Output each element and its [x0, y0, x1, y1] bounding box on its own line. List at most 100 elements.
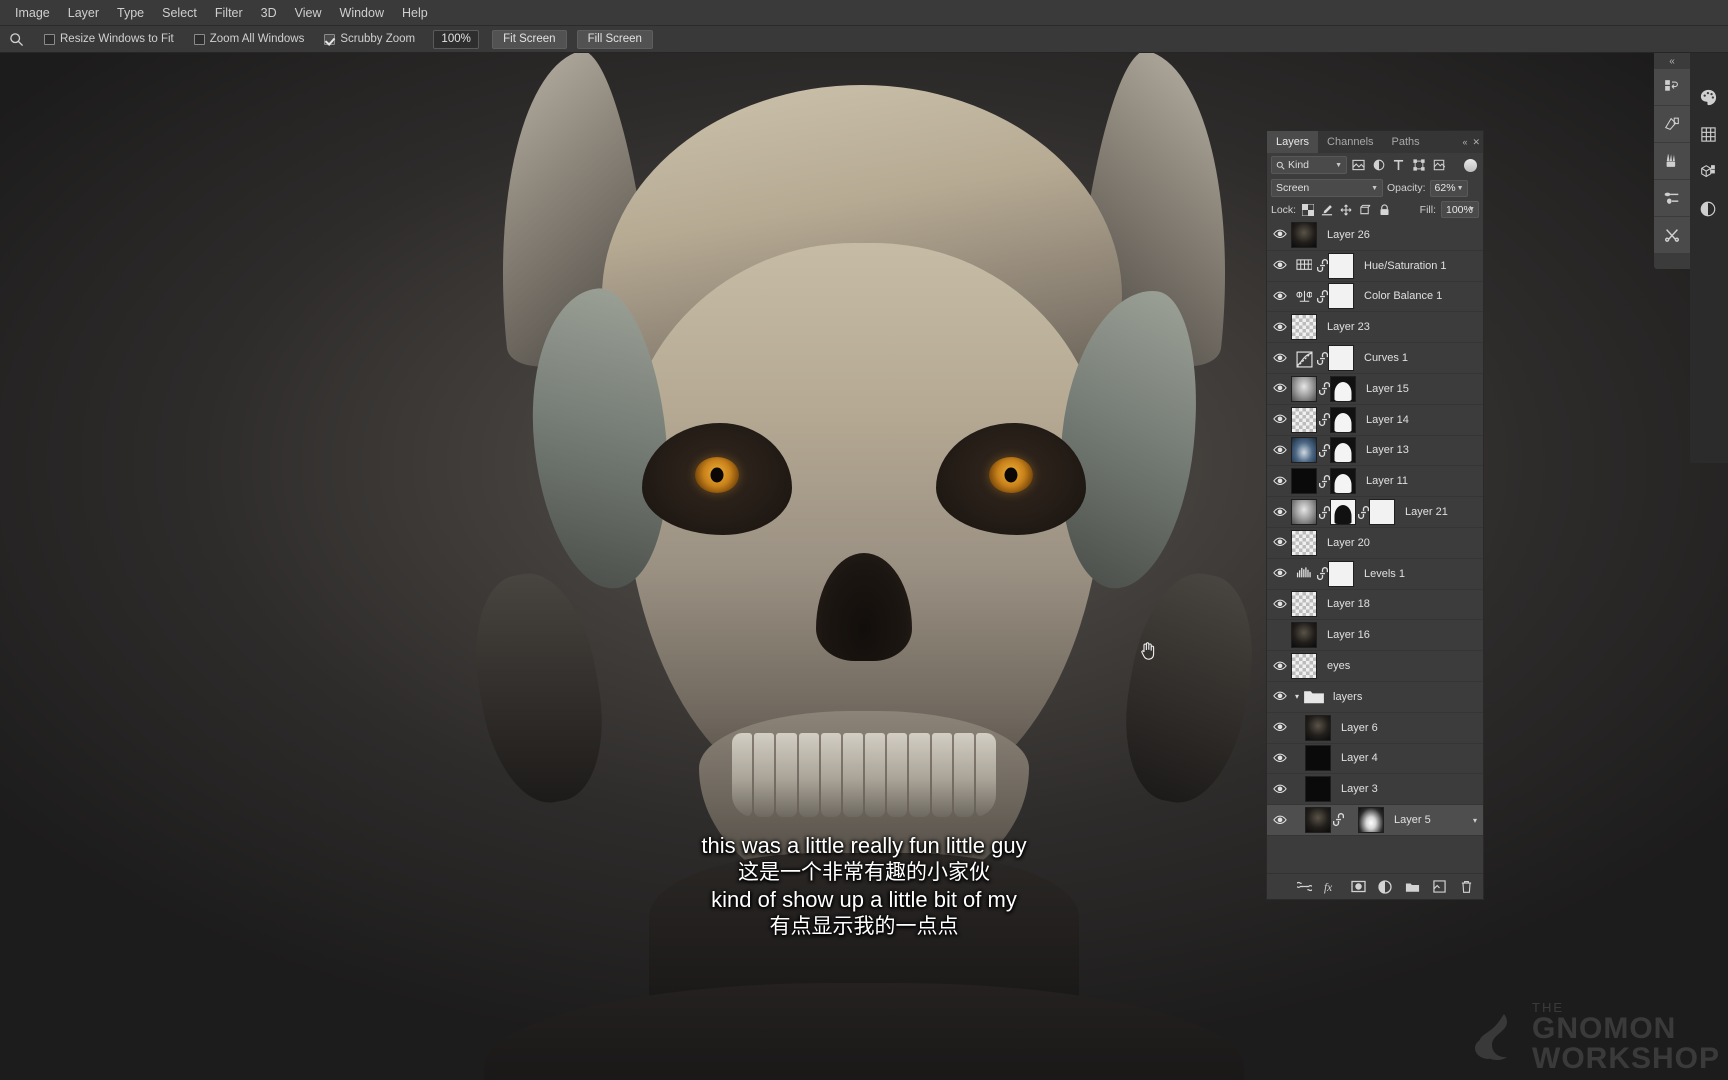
3d-properties-icon[interactable]	[1690, 153, 1726, 190]
layer-row[interactable]: Layer 20	[1267, 528, 1483, 559]
color-balance-icon[interactable]	[1291, 283, 1317, 309]
layer-visibility-toggle[interactable]	[1269, 661, 1291, 672]
color-swatches-icon[interactable]	[1690, 79, 1726, 116]
chevron-down-icon[interactable]: ▼	[1371, 185, 1378, 192]
layer-thumbnail[interactable]	[1291, 468, 1317, 495]
link-layers-icon[interactable]	[1296, 879, 1312, 895]
layer-visibility-toggle[interactable]	[1269, 537, 1291, 548]
resize-windows-to-fit-box[interactable]	[44, 33, 55, 45]
menu-item-filter[interactable]: Filter	[206, 3, 252, 23]
menu-item-view[interactable]: View	[286, 3, 331, 23]
layer-visibility-toggle[interactable]	[1269, 414, 1291, 425]
menu-item-window[interactable]: Window	[331, 3, 393, 23]
layer-visibility-toggle[interactable]	[1269, 507, 1291, 518]
layer-visibility-toggle[interactable]	[1269, 353, 1291, 364]
menu-item-image[interactable]: Image	[6, 3, 59, 23]
layer-thumbnail[interactable]	[1291, 314, 1317, 341]
mask-link-icon[interactable]	[1317, 257, 1328, 274]
layer-visibility-toggle[interactable]	[1269, 260, 1291, 271]
layer-thumbnail[interactable]	[1291, 406, 1317, 433]
layer-thumbnail[interactable]	[1291, 437, 1317, 464]
layer-row[interactable]: Layer 23	[1267, 312, 1483, 344]
menu-item-select[interactable]: Select	[153, 3, 206, 23]
menu-item-3d[interactable]: 3D	[252, 3, 286, 23]
resize-windows-to-fit-checkbox[interactable]: Resize Windows to Fit	[44, 33, 174, 45]
layer-thumbnail[interactable]	[1305, 776, 1331, 803]
type-filter-icon[interactable]	[1390, 157, 1407, 174]
fit-screen-button[interactable]: Fit Screen	[492, 29, 567, 49]
fill-screen-button[interactable]: Fill Screen	[576, 29, 653, 49]
rail-collapse-button[interactable]: «	[1654, 53, 1690, 69]
layer-row[interactable]: Layer 14	[1267, 405, 1483, 436]
grid-pattern-icon[interactable]	[1690, 116, 1726, 153]
layer-visibility-toggle[interactable]	[1269, 691, 1291, 702]
layer-visibility-toggle[interactable]	[1269, 476, 1291, 487]
layer-mask-thumbnail[interactable]	[1330, 437, 1356, 464]
layer-visibility-toggle[interactable]	[1269, 291, 1291, 302]
paths-shape-icon[interactable]	[1654, 106, 1690, 143]
menu-item-help[interactable]: Help	[393, 3, 437, 23]
history-actions-icon[interactable]	[1654, 69, 1690, 106]
zoom-level-field[interactable]: 100%	[433, 29, 480, 49]
add-layer-mask-icon[interactable]	[1350, 879, 1366, 895]
delete-layer-icon[interactable]	[1458, 879, 1474, 895]
layer-visibility-toggle[interactable]	[1269, 445, 1291, 456]
new-layer-icon[interactable]	[1431, 879, 1447, 895]
menu-item-layer[interactable]: Layer	[59, 3, 108, 23]
layer-row[interactable]: Layer 11	[1267, 466, 1483, 498]
lock-transparent-pixels-icon[interactable]	[1301, 203, 1315, 217]
layer-visibility-toggle[interactable]	[1269, 722, 1291, 733]
layer-visibility-toggle[interactable]	[1269, 599, 1291, 610]
layer-thumbnail[interactable]	[1291, 375, 1317, 402]
shape-filter-icon[interactable]	[1410, 157, 1427, 174]
chevron-down-icon[interactable]: ▼	[1468, 206, 1475, 213]
layer-mask-thumbnail[interactable]	[1330, 375, 1356, 402]
tools-icon[interactable]	[1654, 217, 1690, 254]
mask-link-icon[interactable]	[1319, 473, 1330, 490]
tab-channels[interactable]: Channels	[1318, 131, 1382, 153]
layer-row[interactable]: eyes	[1267, 651, 1483, 682]
layer-row[interactable]: ▾ layers	[1267, 682, 1483, 713]
zoom-tool-icon[interactable]	[4, 28, 28, 50]
fill-field[interactable]: 100% ▼	[1441, 201, 1479, 218]
layer-row[interactable]: Levels 1	[1267, 559, 1483, 590]
tab-layers[interactable]: Layers	[1267, 131, 1319, 153]
mask-link-icon[interactable]	[1319, 380, 1330, 397]
panel-close-icon[interactable]: ✕	[1472, 137, 1480, 148]
layer-row[interactable]: Layer 26	[1267, 220, 1483, 251]
layer-effects-caret[interactable]: ▾	[1473, 816, 1477, 825]
layer-visibility-toggle[interactable]	[1269, 568, 1291, 579]
layer-row[interactable]: Layer 15	[1267, 374, 1483, 405]
blend-mode-select[interactable]: Screen ▼	[1271, 179, 1383, 197]
layer-row[interactable]: Layer 16	[1267, 620, 1483, 652]
layer-row[interactable]: Layer 18	[1267, 590, 1483, 621]
zoom-all-windows-checkbox[interactable]: Zoom All Windows	[193, 33, 304, 45]
mask-link-icon[interactable]	[1319, 411, 1330, 428]
layer-thumbnail[interactable]	[1291, 622, 1317, 649]
filter-enable-toggle[interactable]	[1464, 158, 1477, 172]
layer-row[interactable]: Layer 3	[1267, 774, 1483, 806]
layer-visibility-toggle[interactable]	[1269, 753, 1291, 764]
layer-list[interactable]: Layer 26 Hue/Saturation 1 Color Balance 1 L…	[1267, 220, 1483, 873]
panel-collapse-icon[interactable]: «	[1462, 137, 1467, 147]
mask-link-icon[interactable]	[1319, 504, 1330, 521]
mask-link-icon[interactable]	[1317, 350, 1328, 367]
opacity-field[interactable]: 62% ▼	[1429, 179, 1468, 197]
layer-row[interactable]: Hue/Saturation 1	[1267, 251, 1483, 282]
smartobject-filter-icon[interactable]	[1430, 157, 1447, 174]
layer-mask-thumbnail[interactable]	[1328, 345, 1354, 372]
layer-thumbnail[interactable]	[1305, 745, 1331, 772]
lock-all-icon[interactable]	[1377, 203, 1391, 217]
layer-row[interactable]: Layer 13	[1267, 436, 1483, 467]
presets-icon[interactable]	[1654, 180, 1690, 217]
lock-artboard-nesting-icon[interactable]	[1358, 203, 1372, 217]
layer-row[interactable]: Layer 6	[1267, 713, 1483, 744]
chevron-down-icon[interactable]: ▼	[1457, 185, 1464, 192]
vector-mask-link-icon[interactable]	[1358, 504, 1369, 521]
layer-visibility-toggle[interactable]	[1269, 815, 1291, 826]
adjustments-icon[interactable]	[1690, 190, 1726, 227]
mask-link-icon[interactable]	[1319, 442, 1330, 459]
layer-thumbnail[interactable]	[1305, 807, 1331, 834]
zoom-all-windows-box[interactable]	[193, 33, 205, 45]
new-adjustment-layer-icon[interactable]	[1377, 879, 1393, 895]
